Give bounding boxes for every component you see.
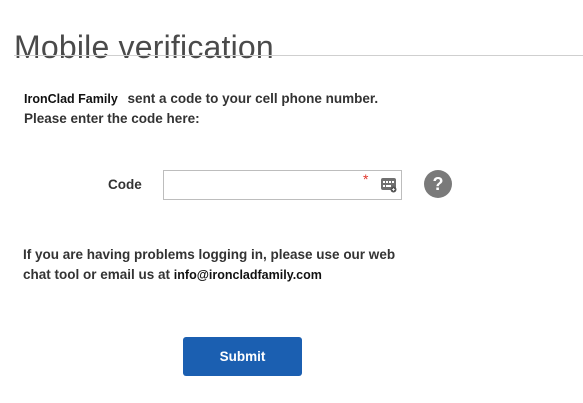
intro-line-2: Please enter the code here: bbox=[24, 111, 200, 126]
help-icon[interactable]: ? bbox=[424, 170, 452, 198]
title-divider bbox=[14, 55, 583, 56]
intro-message: IronClad Family sent a code to your cell… bbox=[24, 89, 378, 129]
code-input[interactable] bbox=[164, 171, 370, 199]
help-message: If you are having problems logging in, p… bbox=[23, 245, 395, 285]
code-field[interactable]: * bbox=[163, 170, 402, 200]
brand-name: IronClad Family bbox=[24, 92, 118, 106]
help-line-1: If you are having problems logging in, p… bbox=[23, 247, 396, 262]
help-line-2: chat tool or email us at info@ironcladfa… bbox=[23, 265, 395, 285]
code-label: Code bbox=[108, 177, 142, 192]
page-title: Mobile verification bbox=[14, 29, 274, 66]
submit-button[interactable]: Submit bbox=[183, 337, 302, 376]
support-email: info@ironcladfamily.com bbox=[173, 268, 322, 282]
required-marker: * bbox=[363, 171, 369, 187]
intro-line-1: IronClad Family sent a code to your cell… bbox=[24, 89, 378, 109]
intro-line-1-text: sent a code to your cell phone number. bbox=[127, 91, 379, 106]
help-line-2-text: chat tool or email us at bbox=[23, 267, 171, 282]
keypad-icon[interactable] bbox=[381, 178, 397, 193]
